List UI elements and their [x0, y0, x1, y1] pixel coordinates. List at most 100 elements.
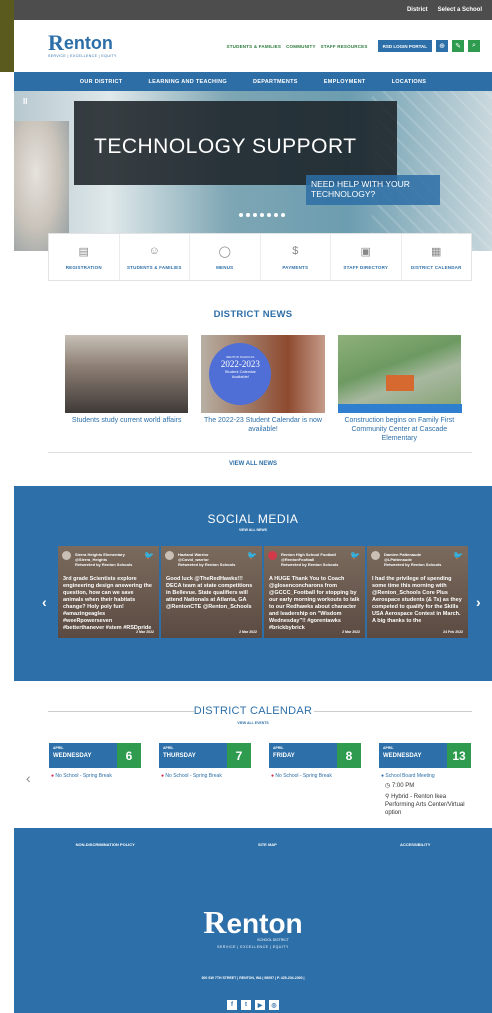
event-title: No School - Spring Break: [275, 773, 332, 779]
day-weekday: WEDNESDAY: [383, 753, 422, 759]
event-dot-icon: ●: [161, 773, 165, 779]
header-link-community[interactable]: COMMUNITY: [286, 44, 316, 49]
twitter-icon: 🐦: [453, 551, 463, 560]
instagram-icon[interactable]: ◎: [269, 1000, 279, 1010]
quick-link-menus[interactable]: ◯ MENUS: [190, 234, 261, 280]
pause-icon[interactable]: II: [23, 97, 27, 106]
quick-link-staff-directory[interactable]: ▣ STAFF DIRECTORY: [331, 234, 402, 280]
view-all-events-link[interactable]: VIEW ALL EVENTS: [14, 721, 492, 725]
post-retweeted: Retweeted by Renton Schools: [75, 562, 133, 567]
nav-employment[interactable]: EMPLOYMENT: [324, 79, 366, 85]
district-link[interactable]: District: [407, 7, 428, 13]
quick-link-registration[interactable]: ▤ REGISTRATION: [49, 234, 120, 280]
dollar-icon: $: [292, 245, 299, 257]
slider-dot[interactable]: [281, 213, 285, 217]
header-actions: STUDENTS & FAMILIES COMMUNITY STAFF RESO…: [227, 40, 480, 52]
footer-link-sitemap[interactable]: SITE MAP: [258, 842, 277, 847]
social-post[interactable]: 🐦 Damien Pattenaude @LPattenaude Retweet…: [367, 546, 468, 638]
quick-link-payments[interactable]: $ PAYMENTS: [261, 234, 331, 280]
post-date: 24 Feb 2022: [443, 630, 463, 634]
avatar: [371, 551, 380, 560]
site-footer: NON-DISCRIMINATION POLICY SITE MAP ACCES…: [14, 828, 492, 1013]
post-retweeted: Retweeted by Renton Schools: [178, 562, 236, 567]
footer-link-accessibility[interactable]: ACCESSIBILITY: [400, 842, 430, 847]
footer-logo[interactable]: Renton SCHOOL DISTRICT SERVICE | EXCELLE…: [14, 906, 492, 949]
calendar-day[interactable]: APRIL THURSDAY 7 ● No School - Spring Brea…: [159, 743, 251, 817]
social-post[interactable]: 🐦 Renton High School Football @RentonFoo…: [264, 546, 365, 638]
district-logo[interactable]: Renton SERVICE | EXCELLENCE | EQUITY: [48, 32, 117, 59]
calendar-event[interactable]: ● School Board Meeting: [379, 773, 471, 779]
slider-dot[interactable]: [246, 213, 250, 217]
slider-dot[interactable]: [267, 213, 271, 217]
directory-icon: ▣: [360, 245, 371, 258]
news-image: [65, 335, 189, 413]
social-post[interactable]: 🐦 Hazland Warrior @Covid_warrior Retweet…: [161, 546, 262, 638]
calendar-day[interactable]: APRIL WEDNESDAY 6 ● No School - Spring Bre…: [49, 743, 141, 817]
youtube-icon[interactable]: ▶: [255, 1000, 265, 1010]
post-date: 2 Mar 2022: [342, 630, 360, 634]
translate-icon[interactable]: ✎: [452, 40, 464, 52]
event-time-text: 7:00 PM: [391, 783, 415, 789]
utility-bar: District Select a School: [14, 0, 492, 20]
chevron-left-icon[interactable]: ‹: [26, 770, 31, 786]
post-body: 3rd grade Scientists explore engineering…: [63, 576, 152, 631]
calendar-event[interactable]: ● No School - Spring Break: [49, 773, 141, 779]
day-header: APRIL THURSDAY 7: [159, 743, 251, 768]
day-header: APRIL FRIDAY 8: [269, 743, 361, 768]
event-title: School Board Meeting: [385, 773, 435, 779]
social-post[interactable]: 🐦 Sierra Heights Elementary @Sierra_Heig…: [58, 546, 159, 638]
main-nav: OUR DISTRICT LEARNING AND TEACHING DEPAR…: [14, 72, 492, 91]
calendar-day[interactable]: APRIL FRIDAY 8 ● No School - Spring Break: [269, 743, 361, 817]
hero-subtitle-link[interactable]: NEED HELP WITH YOUR TECHNOLOGY?: [306, 175, 440, 205]
footer-link-nondiscrimination[interactable]: NON-DISCRIMINATION POLICY: [76, 842, 135, 847]
calendar-icon: ▦: [431, 245, 442, 258]
news-image: [337, 335, 462, 413]
login-portal-button[interactable]: RSD LOGIN PORTAL: [377, 40, 432, 52]
view-all-news-link[interactable]: VIEW ALL NEWS: [14, 461, 492, 467]
news-caption[interactable]: The 2022-23 Student Calendar is now avai…: [201, 416, 324, 434]
divider: [48, 452, 472, 453]
news-card[interactable]: Students study current world affairs: [65, 335, 189, 443]
day-weekday: FRIDAY: [273, 753, 295, 759]
quick-link-students[interactable]: ☺ STUDENTS & FAMILIES: [120, 234, 190, 280]
facebook-icon[interactable]: f: [227, 1000, 237, 1010]
quick-link-calendar[interactable]: ▦ DISTRICT CALENDAR: [402, 234, 472, 280]
news-caption[interactable]: Students study current world affairs: [65, 416, 188, 425]
social-view-all[interactable]: VIEW ALL NEWS: [14, 528, 492, 532]
event-title: No School - Spring Break: [165, 773, 222, 779]
social-posts: 🐦 Sierra Heights Elementary @Sierra_Heig…: [58, 546, 468, 638]
select-school-link[interactable]: Select a School: [438, 7, 482, 13]
chevron-left-icon[interactable]: ‹: [42, 594, 47, 610]
twitter-icon[interactable]: t: [241, 1000, 251, 1010]
location-pin-icon: ⚲: [385, 794, 390, 800]
nav-our-district[interactable]: OUR DISTRICT: [80, 79, 123, 85]
calendar-event[interactable]: ● No School - Spring Break: [269, 773, 361, 779]
logo-tagline: SERVICE | EXCELLENCE | EQUITY: [48, 54, 117, 58]
globe-icon[interactable]: ⊕: [436, 40, 448, 52]
slider-dot[interactable]: [253, 213, 257, 217]
header-link-staff[interactable]: STAFF RESOURCES: [321, 44, 368, 49]
slider-dot[interactable]: [274, 213, 278, 217]
logo-text: enton: [63, 33, 113, 53]
calendar-day[interactable]: APRIL WEDNESDAY 13 ● School Board Meeting …: [379, 743, 471, 817]
header-link-students[interactable]: STUDENTS & FAMILIES: [227, 44, 282, 49]
news-caption[interactable]: Construction begins on Family First Comm…: [338, 416, 461, 443]
avatar: [165, 551, 174, 560]
news-card[interactable]: Construction begins on Family First Comm…: [337, 335, 462, 443]
nav-learning[interactable]: LEARNING AND TEACHING: [148, 79, 227, 85]
day-number: 6: [117, 743, 141, 768]
news-card[interactable]: RENTON SCHOOLS 2022-2023 Student Calenda…: [201, 335, 325, 443]
day-month: APRIL: [163, 746, 174, 750]
search-icon[interactable]: ⌕: [468, 40, 480, 52]
news-heading: DISTRICT NEWS: [213, 309, 293, 320]
twitter-icon: 🐦: [350, 551, 360, 560]
nav-locations[interactable]: LOCATIONS: [392, 79, 427, 85]
chevron-right-icon[interactable]: ›: [476, 594, 481, 610]
calendar-event[interactable]: ● No School - Spring Break: [159, 773, 251, 779]
day-weekday: THURSDAY: [163, 753, 196, 759]
slider-dot[interactable]: [260, 213, 264, 217]
post-body: A HUGE Thank You to Coach @glosenconchar…: [269, 576, 360, 631]
nav-departments[interactable]: DEPARTMENTS: [253, 79, 298, 85]
slider-dot[interactable]: [239, 213, 243, 217]
clock-icon: ◷: [385, 783, 391, 789]
